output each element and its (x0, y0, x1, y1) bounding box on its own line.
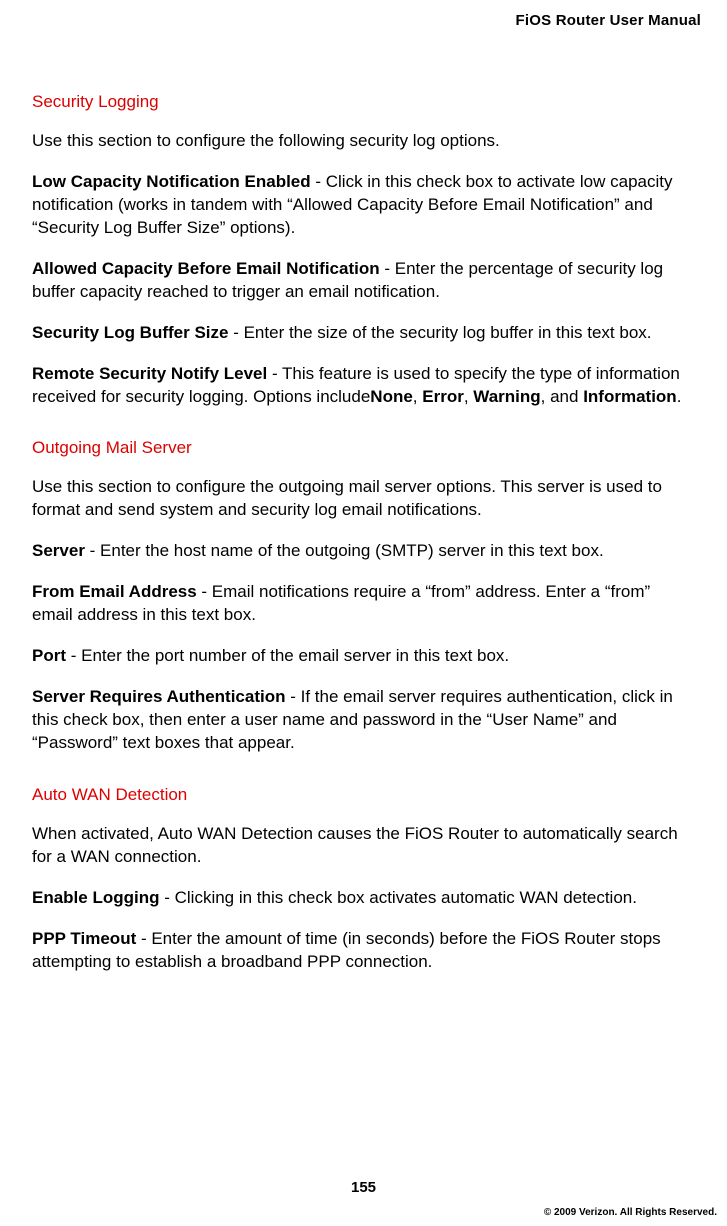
item-buffer-size: Security Log Buffer Size - Enter the siz… (32, 322, 695, 345)
label-port: Port (32, 646, 66, 665)
item-low-capacity: Low Capacity Notification Enabled - Clic… (32, 171, 695, 240)
section-heading-auto-wan: Auto WAN Detection (32, 785, 695, 805)
sep3: , and (541, 387, 584, 406)
label-from-email: From Email Address (32, 582, 197, 601)
page-content: Security Logging Use this section to con… (32, 92, 695, 992)
label-allowed-capacity: Allowed Capacity Before Email Notificati… (32, 259, 380, 278)
page-number: 155 (0, 1179, 727, 1196)
sep2: , (464, 387, 473, 406)
opt-information: Information (583, 387, 677, 406)
item-allowed-capacity: Allowed Capacity Before Email Notificati… (32, 258, 695, 304)
label-enable-logging: Enable Logging (32, 888, 160, 907)
outgoing-mail-intro: Use this section to configure the outgoi… (32, 476, 695, 522)
desc-buffer-size: - Enter the size of the security log buf… (228, 323, 651, 342)
item-server: Server - Enter the host name of the outg… (32, 540, 695, 563)
section-heading-outgoing-mail: Outgoing Mail Server (32, 438, 695, 458)
label-auth: Server Requires Authentication (32, 687, 286, 706)
label-buffer-size: Security Log Buffer Size (32, 323, 228, 342)
desc-enable-logging: - Clicking in this check box activates a… (160, 888, 637, 907)
sep1: , (413, 387, 422, 406)
label-server: Server (32, 541, 85, 560)
opt-none: None (370, 387, 413, 406)
label-low-capacity: Low Capacity Notification Enabled (32, 172, 311, 191)
label-notify-level: Remote Security Notify Level (32, 364, 267, 383)
auto-wan-intro: When activated, Auto WAN Detection cause… (32, 823, 695, 869)
label-ppp-timeout: PPP Timeout (32, 929, 136, 948)
manual-title: FiOS Router User Manual (516, 12, 701, 29)
item-from-email: From Email Address - Email notifications… (32, 581, 695, 627)
section-heading-security-logging: Security Logging (32, 92, 695, 112)
opt-error: Error (422, 387, 464, 406)
item-auth: Server Requires Authentication - If the … (32, 686, 695, 755)
item-port: Port - Enter the port number of the emai… (32, 645, 695, 668)
security-logging-intro: Use this section to configure the follow… (32, 130, 695, 153)
item-enable-logging: Enable Logging - Clicking in this check … (32, 887, 695, 910)
copyright: © 2009 Verizon. All Rights Reserved. (544, 1207, 717, 1218)
opt-warning: Warning (473, 387, 540, 406)
desc-notify-level-post: . (677, 387, 682, 406)
item-ppp-timeout: PPP Timeout - Enter the amount of time (… (32, 928, 695, 974)
desc-server: - Enter the host name of the outgoing (S… (85, 541, 604, 560)
item-notify-level: Remote Security Notify Level - This feat… (32, 363, 695, 409)
desc-port: - Enter the port number of the email ser… (66, 646, 509, 665)
